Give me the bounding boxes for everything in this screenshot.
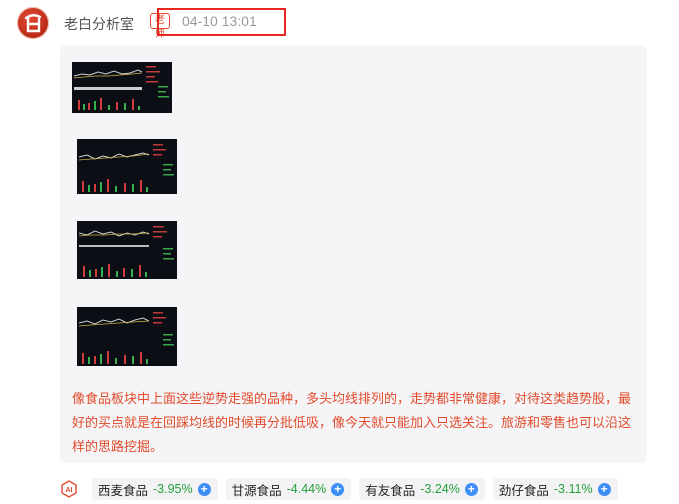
stock-change: -3.11% [553,482,593,496]
time-highlight-box [157,8,286,36]
svg-text:AI: AI [66,487,73,494]
chart-image-4[interactable] [77,307,177,366]
stock-name: 西麦食品 [98,483,149,498]
related-stocks-bar: AI 西麦食品 -3.95% + 甘源食品 -4.44% + 有友食品 -3.2… [60,478,618,500]
ai-icon: AI [61,480,77,498]
add-watchlist-icon[interactable]: + [331,482,345,496]
add-watchlist-icon[interactable]: + [597,482,611,496]
avatar-logo-icon [24,14,42,33]
stock-chip[interactable]: 甘源食品 -4.44% + [225,478,352,500]
stock-change: -3.24% [420,482,460,496]
post-text: 像食品板块中上面这些逆势走强的品种，多头均线排列的，走势都非常健康，对待这类趋势… [72,391,632,454]
stock-change: -3.95% [153,482,193,496]
stock-chip[interactable]: 劲仔食品 -3.11% + [492,478,618,500]
chart-image-2[interactable] [77,139,177,194]
stock-chip[interactable]: 有友食品 -3.24% + [359,478,485,500]
stock-name: 有友食品 [365,483,416,498]
stock-chip[interactable]: 西麦食品 -3.95% + [92,478,218,500]
author-avatar[interactable] [17,7,49,39]
add-watchlist-icon[interactable]: + [197,482,211,496]
author-name[interactable]: 老白分析室 [64,14,134,34]
chart-image-3-graphic [77,221,177,279]
chart-image-1-graphic [72,62,172,113]
stock-change: -4.44% [286,482,327,496]
stock-name: 甘源食品 [231,483,282,498]
chart-image-4-graphic [77,307,177,366]
chart-image-1[interactable] [72,62,172,113]
add-watchlist-icon[interactable]: + [464,482,478,496]
stock-name: 劲仔食品 [498,483,549,498]
chart-image-3[interactable] [77,221,177,279]
chart-image-2-graphic [77,139,177,194]
